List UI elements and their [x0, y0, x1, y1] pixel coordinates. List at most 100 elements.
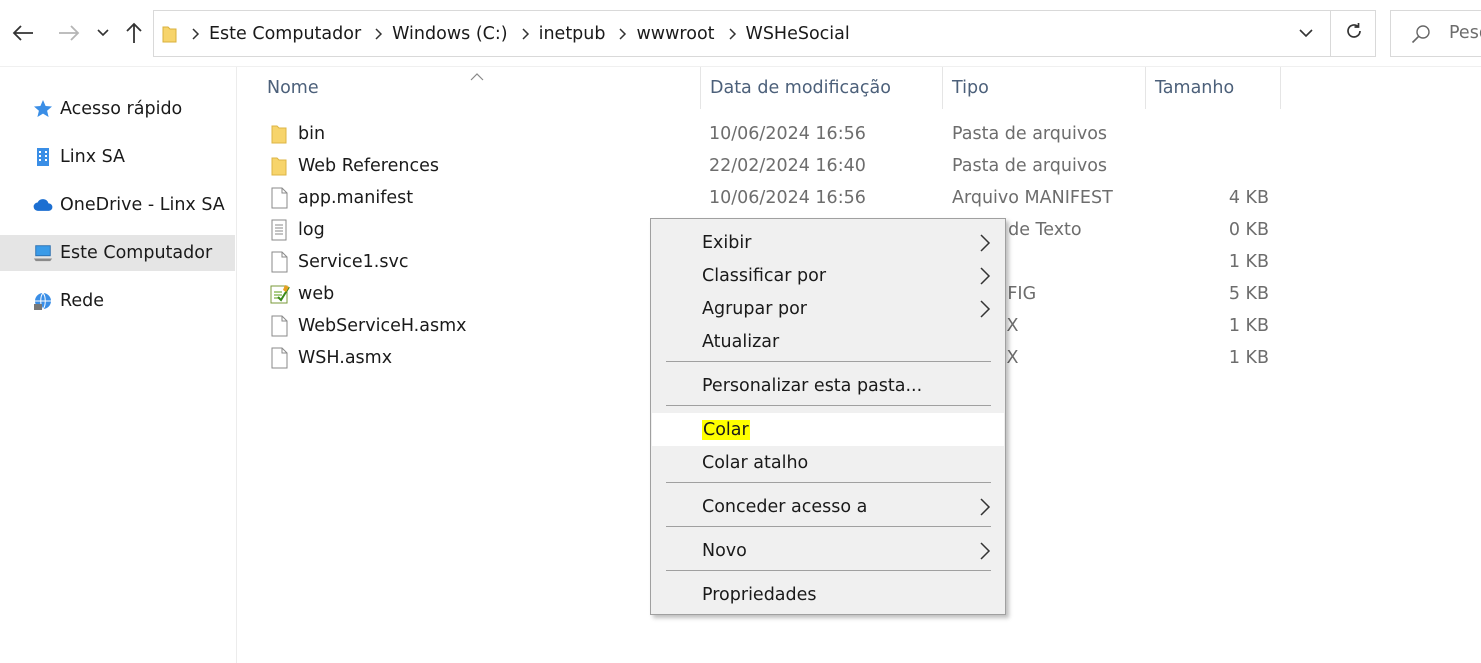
breadcrumb-item[interactable]: wwwroot — [636, 24, 714, 44]
breadcrumb-item[interactable]: Este Computador — [209, 24, 361, 44]
column-header-name[interactable]: Nome — [258, 67, 700, 109]
file-type: Arquivo MANIFEST — [952, 188, 1113, 208]
file-size: 4 KB — [1228, 188, 1269, 208]
address-bar[interactable]: Este Computador Windows (C:) inetpub www… — [153, 10, 1376, 57]
file-icon — [269, 315, 289, 337]
chevron-right-icon — [979, 497, 991, 522]
menu-item-colar[interactable]: Colar — [652, 413, 1004, 446]
file-size: 1 KB — [1228, 316, 1269, 336]
menu-item-exibir[interactable]: Exibir — [652, 226, 1004, 259]
menu-item-classificar-por[interactable]: Classificar por — [652, 259, 1004, 292]
chevron-right-icon — [979, 541, 991, 566]
address-dropdown-button[interactable] — [1296, 23, 1316, 48]
forward-button[interactable] — [54, 18, 84, 48]
chevron-right-icon — [522, 27, 530, 40]
chevron-right-icon — [979, 266, 991, 291]
folder-icon — [162, 24, 177, 48]
menu-item-colar-atalho[interactable]: Colar atalho — [652, 446, 1004, 479]
sidebar-item-quick-access[interactable]: Acesso rápido — [0, 91, 235, 127]
breadcrumb-separator[interactable] — [361, 27, 392, 40]
file-name: WSH.asmx — [298, 348, 393, 368]
file-size: 1 KB — [1228, 348, 1269, 368]
file-row[interactable]: Web References 22/02/2024 16:40 Pasta de a… — [238, 150, 1338, 182]
folder-icon — [269, 123, 289, 145]
file-date: 10/06/2024 16:56 — [709, 188, 866, 208]
config-file-icon — [269, 283, 290, 305]
search-placeholder: Pesquisar — [1449, 23, 1481, 43]
back-button[interactable] — [8, 18, 38, 48]
file-type: Pasta de arquivos — [952, 156, 1108, 176]
file-size — [1198, 150, 1269, 182]
menu-item-novo[interactable]: Novo — [652, 534, 1004, 567]
breadcrumb-item[interactable]: inetpub — [539, 24, 606, 44]
menu-separator — [666, 361, 991, 362]
context-menu: Exibir Classificar por Agrupar por Atual… — [650, 218, 1006, 615]
chevron-down-icon — [97, 29, 109, 37]
menu-separator — [666, 405, 991, 406]
recent-locations-button[interactable] — [88, 18, 118, 48]
search-icon — [1411, 24, 1431, 49]
breadcrumb-separator[interactable] — [605, 27, 636, 40]
file-size: 0 KB — [1228, 220, 1269, 240]
column-header-size[interactable]: Tamanho — [1146, 67, 1281, 109]
refresh-button[interactable] — [1330, 11, 1377, 56]
text-file-icon — [269, 219, 289, 241]
breadcrumb-separator[interactable] — [508, 27, 539, 40]
sidebar-item-this-pc[interactable]: Este Computador — [0, 235, 235, 271]
breadcrumb-item[interactable]: WSHeSocial — [746, 24, 850, 44]
network-icon — [33, 291, 53, 311]
file-name: Service1.svc — [298, 252, 409, 272]
file-size: 5 KB — [1228, 284, 1269, 304]
arrow-up-icon — [125, 22, 143, 44]
menu-item-personalizar[interactable]: Personalizar esta pasta... — [652, 369, 1004, 402]
navigation-bar: Este Computador Windows (C:) inetpub www… — [0, 0, 1481, 67]
chevron-right-icon — [979, 299, 991, 324]
menu-item-conceder-acesso[interactable]: Conceder acesso a — [652, 490, 1004, 523]
file-name: app.manifest — [298, 188, 414, 208]
navigation-pane: Acesso rápido Linx SA OneDrive - Linx SA… — [0, 67, 237, 663]
menu-item-propriedades[interactable]: Propriedades — [652, 578, 1004, 611]
chevron-right-icon — [192, 27, 200, 40]
breadcrumb-separator[interactable] — [186, 27, 209, 40]
file-date: 22/02/2024 16:40 — [709, 156, 866, 176]
menu-separator — [666, 482, 991, 483]
arrow-right-icon — [58, 24, 80, 42]
breadcrumb: Este Computador Windows (C:) inetpub www… — [186, 11, 850, 56]
file-size — [1198, 118, 1269, 150]
cloud-icon — [33, 195, 53, 215]
file-icon — [269, 187, 289, 209]
chevron-right-icon — [619, 27, 627, 40]
file-date: 10/06/2024 16:56 — [709, 124, 866, 144]
menu-item-atualizar[interactable]: Atualizar — [652, 325, 1004, 358]
star-icon — [33, 99, 53, 119]
menu-separator — [666, 526, 991, 527]
file-icon — [269, 347, 289, 369]
chevron-right-icon — [979, 233, 991, 258]
file-name: WebServiceH.asmx — [298, 316, 467, 336]
file-type: Pasta de arquivos — [952, 124, 1108, 144]
file-icon — [269, 251, 289, 273]
chevron-down-icon — [1299, 29, 1313, 38]
chevron-right-icon — [375, 27, 383, 40]
sidebar-item-linx-sa[interactable]: Linx SA — [0, 139, 235, 175]
file-row[interactable]: app.manifest 10/06/2024 16:56 Arquivo MANI… — [238, 182, 1338, 214]
column-header-type[interactable]: Tipo — [943, 67, 1146, 109]
sidebar-item-onedrive[interactable]: OneDrive - Linx SA — [0, 187, 235, 223]
column-header-date[interactable]: Data de modificação — [700, 67, 943, 109]
building-icon — [33, 147, 53, 167]
breadcrumb-separator[interactable] — [715, 27, 746, 40]
sidebar-item-network[interactable]: Rede — [0, 283, 235, 319]
breadcrumb-item[interactable]: Windows (C:) — [392, 24, 507, 44]
menu-item-agrupar-por[interactable]: Agrupar por — [652, 292, 1004, 325]
up-button[interactable] — [119, 18, 149, 48]
file-name: Web References — [298, 156, 439, 176]
search-input[interactable]: Pesquisar — [1390, 10, 1481, 57]
refresh-icon — [1345, 22, 1363, 45]
file-size: 1 KB — [1228, 252, 1269, 272]
chevron-right-icon — [728, 27, 737, 40]
arrow-left-icon — [12, 24, 34, 42]
file-name: log — [298, 220, 325, 240]
file-row[interactable]: bin 10/06/2024 16:56 Pasta de arquivos — [238, 118, 1338, 150]
folder-icon — [269, 155, 289, 177]
menu-separator — [666, 570, 991, 571]
